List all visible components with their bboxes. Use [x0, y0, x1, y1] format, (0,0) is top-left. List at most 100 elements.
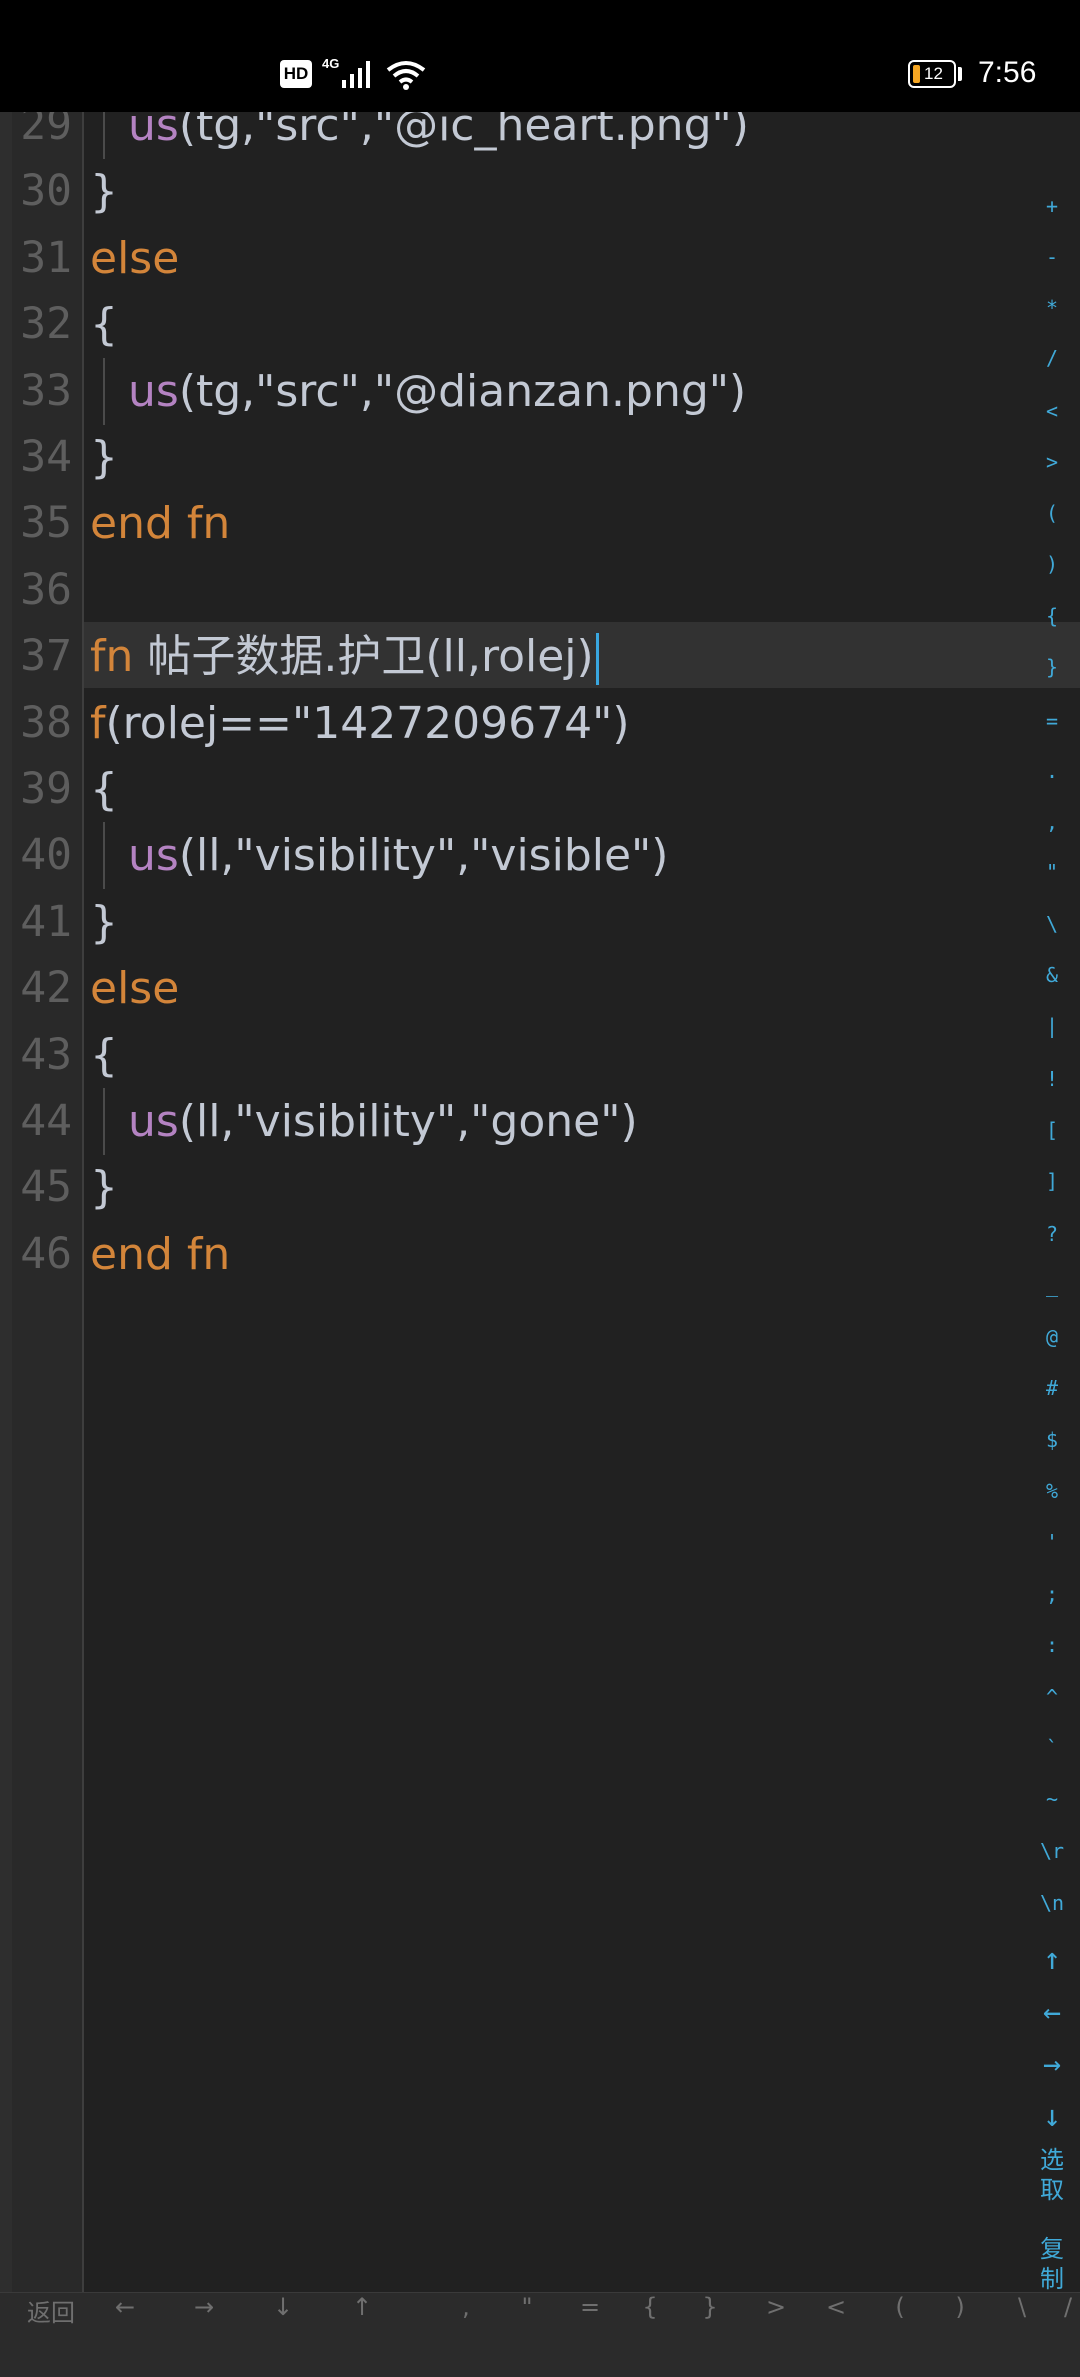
- bottom-key[interactable]: <: [816, 2293, 856, 2377]
- code-line[interactable]: 34}: [0, 424, 1040, 491]
- bottom-key[interactable]: ←: [105, 2293, 145, 2377]
- code-line[interactable]: 32 {: [0, 291, 1040, 358]
- symbol-key[interactable]: \n: [1032, 1891, 1072, 1915]
- symbol-key[interactable]: -: [1032, 245, 1072, 269]
- code-line[interactable]: 42 else: [0, 955, 1040, 1022]
- symbol-key[interactable]: %: [1032, 1479, 1072, 1503]
- code-token: {: [90, 299, 118, 351]
- code-line[interactable]: 45}: [0, 1154, 1040, 1221]
- symbol-key[interactable]: 复制: [1034, 2234, 1070, 2292]
- symbol-key[interactable]: ]: [1032, 1169, 1072, 1193]
- bottom-key[interactable]: {: [630, 2293, 670, 2377]
- symbol-key[interactable]: !: [1032, 1067, 1072, 1091]
- symbol-key[interactable]: +: [1032, 194, 1072, 218]
- symbol-key[interactable]: ←: [1032, 1995, 1072, 2030]
- symbol-key[interactable]: ): [1032, 552, 1072, 576]
- code-editor[interactable]: 29 us(tg,"src","@ic_heart.png") 30} 31 else 3…: [0, 112, 1080, 2292]
- code-line[interactable]: 46 end fn: [0, 1221, 1040, 1288]
- symbol-key[interactable]: |: [1032, 1014, 1072, 1038]
- bottom-key[interactable]: \: [1002, 2293, 1042, 2377]
- code-line[interactable]: 29 us(tg,"src","@ic_heart.png"): [0, 112, 1040, 159]
- bottom-key[interactable]: }: [690, 2293, 730, 2377]
- symbol-key[interactable]: ,: [1032, 810, 1072, 834]
- code-text[interactable]: }: [90, 889, 118, 956]
- code-text[interactable]: {: [90, 756, 118, 823]
- symbol-key[interactable]: ^: [1032, 1685, 1072, 1709]
- bottom-key[interactable]: ↓: [263, 2293, 303, 2377]
- code-text[interactable]: f(rolej=="1427209674"): [90, 690, 630, 757]
- bottom-key[interactable]: (: [880, 2293, 920, 2377]
- bottom-key[interactable]: >: [756, 2293, 796, 2377]
- symbol-key[interactable]: /: [1032, 346, 1072, 370]
- symbol-key[interactable]: >: [1032, 450, 1072, 474]
- symbol-key[interactable]: .: [1032, 759, 1072, 783]
- code-line[interactable]: 30}: [0, 158, 1040, 225]
- symbol-key[interactable]: ": [1032, 860, 1072, 884]
- code-line[interactable]: 33 us(tg,"src","@dianzan.png"): [0, 357, 1040, 425]
- code-token: (tg,"src","@dianzan.png"): [178, 365, 747, 417]
- symbol-key[interactable]: \r: [1032, 1839, 1072, 1863]
- bottom-key[interactable]: ): [940, 2293, 980, 2377]
- line-number: 39: [20, 764, 72, 814]
- symbol-key[interactable]: ?: [1032, 1222, 1072, 1246]
- code-text[interactable]: {: [90, 291, 118, 358]
- symbol-key[interactable]: *: [1032, 296, 1072, 320]
- code-text[interactable]: {: [90, 1022, 118, 1089]
- code-line[interactable]: 35 end fn: [0, 490, 1040, 557]
- function-token: us: [128, 1096, 179, 1147]
- bottom-key[interactable]: ": [507, 2293, 547, 2377]
- code-text[interactable]: us(tg,"src","@dianzan.png"): [128, 358, 746, 425]
- symbol-key[interactable]: \: [1032, 912, 1072, 936]
- symbol-key[interactable]: #: [1032, 1376, 1072, 1400]
- symbol-key[interactable]: ↓: [1032, 2099, 1072, 2134]
- code-text[interactable]: us(ll,"visibility","visible"): [128, 822, 668, 889]
- symbol-key[interactable]: (: [1032, 501, 1072, 525]
- line-number: 40: [20, 830, 72, 881]
- line-number: 31: [20, 232, 72, 283]
- code-text[interactable]: else: [90, 225, 179, 292]
- code-text[interactable]: us(ll,"visibility","gone"): [128, 1088, 638, 1155]
- symbol-key[interactable]: }: [1032, 655, 1072, 679]
- code-text[interactable]: }: [90, 1154, 118, 1221]
- code-line[interactable]: 31 else: [0, 225, 1040, 292]
- code-text[interactable]: end fn: [90, 1221, 230, 1288]
- back-button[interactable]: 返回: [20, 2293, 82, 2377]
- bottom-key[interactable]: ,: [446, 2293, 486, 2377]
- symbol-key[interactable]: `: [1032, 1736, 1072, 1760]
- code-line[interactable]: 41}: [0, 889, 1040, 956]
- symbol-key[interactable]: →: [1032, 2047, 1072, 2082]
- code-line[interactable]: 38 f(rolej=="1427209674"): [0, 690, 1040, 757]
- status-bar: HD 4G 12 7:56: [0, 0, 1080, 112]
- bottom-key[interactable]: =: [570, 2293, 610, 2377]
- symbol-key[interactable]: ;: [1032, 1582, 1072, 1606]
- symbol-key[interactable]: [: [1032, 1118, 1072, 1142]
- code-text[interactable]: }: [90, 424, 118, 491]
- symbol-key[interactable]: @: [1032, 1325, 1072, 1349]
- symbol-key[interactable]: $: [1032, 1428, 1072, 1452]
- code-line[interactable]: 37 fn 帖子数据.护卫(ll,rolej): [0, 623, 1040, 690]
- symbol-key[interactable]: ~: [1032, 1787, 1072, 1811]
- symbol-key[interactable]: ': [1032, 1530, 1072, 1554]
- symbol-key[interactable]: <: [1032, 399, 1072, 423]
- code-line[interactable]: 40 us(ll,"visibility","visible"): [0, 822, 1040, 890]
- code-line[interactable]: 36: [0, 557, 1040, 624]
- symbol-key[interactable]: _: [1032, 1273, 1072, 1297]
- code-text[interactable]: fn 帖子数据.护卫(ll,rolej): [90, 623, 599, 690]
- code-line[interactable]: 44 us(ll,"visibility","gone"): [0, 1088, 1040, 1155]
- bottom-key[interactable]: ↑: [342, 2293, 382, 2377]
- code-line[interactable]: 39 {: [0, 756, 1040, 823]
- symbol-key[interactable]: ↑: [1032, 1942, 1072, 1977]
- symbol-key[interactable]: =: [1032, 709, 1072, 733]
- code-text[interactable]: us(tg,"src","@ic_heart.png"): [128, 112, 749, 159]
- symbol-key[interactable]: {: [1032, 604, 1072, 628]
- code-line[interactable]: 43 {: [0, 1022, 1040, 1089]
- bottom-key[interactable]: /: [1048, 2293, 1080, 2377]
- symbol-key[interactable]: :: [1032, 1633, 1072, 1657]
- indent-guide: [103, 357, 105, 425]
- symbol-key[interactable]: 选取: [1034, 2145, 1070, 2205]
- code-text[interactable]: }: [90, 158, 118, 225]
- code-text[interactable]: end fn: [90, 490, 230, 557]
- bottom-key[interactable]: →: [184, 2293, 224, 2377]
- code-text[interactable]: else: [90, 955, 179, 1022]
- symbol-key[interactable]: &: [1032, 963, 1072, 987]
